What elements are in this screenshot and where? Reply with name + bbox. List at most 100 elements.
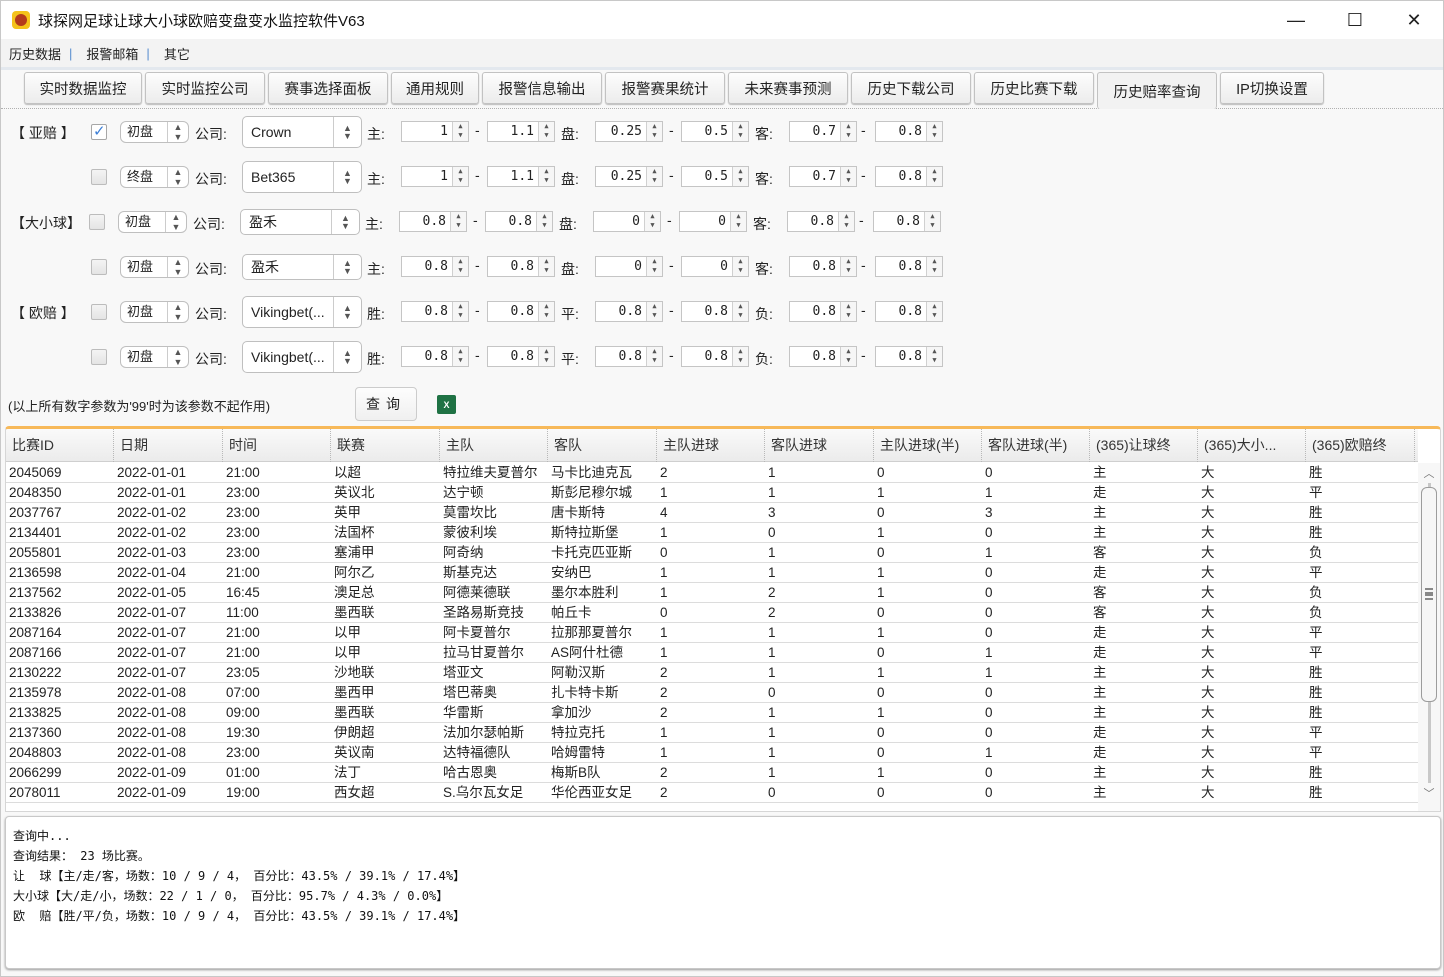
max-input-3[interactable]: 0.8 ▲ ▼ [875, 301, 943, 322]
max-input-2[interactable]: 0 ▲ ▼ [681, 256, 749, 277]
column-header[interactable]: 联赛 [331, 429, 440, 462]
spin-arrows-icon[interactable]: ▲ ▼ [732, 257, 748, 276]
spin-arrows-icon[interactable]: ▲ ▼ [730, 212, 746, 231]
table-row[interactable]: 2135978 2022-01-08 07:00 墨西甲 塔巴蒂奥 扎卡特卡斯 2 0 0 0 主 大… [6, 683, 1418, 703]
table-row[interactable]: 2137360 2022-01-08 19:30 伊朗超 法加尔瑟帕斯 特拉克托 1 1 0 0 走… [6, 723, 1418, 743]
table-row[interactable]: 2045069 2022-01-01 21:00 以超 特拉维夫夏普尔 马卡比迪克瓦 2 1 0… [6, 463, 1418, 483]
company-select[interactable]: Crown ▲ ▼ [242, 116, 362, 148]
tab-ip-switch[interactable]: IP切换设置 [1220, 72, 1324, 104]
max-input-3[interactable]: 0.8 ▲ ▼ [875, 121, 943, 142]
query-button[interactable]: 查询 [355, 387, 417, 421]
spin-arrows-icon[interactable]: ▲ ▼ [732, 122, 748, 141]
stage-select[interactable]: 终盘 ▲ ▼ [120, 166, 189, 188]
stage-select[interactable]: 初盘 ▲ ▼ [120, 121, 189, 143]
vertical-scrollbar[interactable]: ︿ ﹀ [1418, 463, 1440, 811]
spin-arrows-icon[interactable]: ▲ ▼ [538, 257, 554, 276]
spin-arrows-icon[interactable]: ▲ ▼ [646, 347, 662, 366]
stage-select[interactable]: 初盘 ▲ ▼ [118, 211, 187, 233]
spin-arrows-icon[interactable]: ▲ ▼ [840, 167, 856, 186]
scroll-thumb[interactable] [1421, 487, 1437, 702]
maximize-button[interactable]: ☐ [1326, 1, 1384, 39]
max-input-2[interactable]: 0 ▲ ▼ [679, 211, 747, 232]
stage-select[interactable]: 初盘 ▲ ▼ [120, 256, 189, 278]
min-input-1[interactable]: 0.8 ▲ ▼ [401, 346, 469, 367]
column-header[interactable]: 客队进球(半) [982, 429, 1090, 462]
spin-arrows-icon[interactable]: ▲ ▼ [926, 347, 942, 366]
spin-arrows-icon[interactable]: ▲ ▼ [646, 302, 662, 321]
spin-arrows-icon[interactable]: ▲ ▼ [452, 347, 468, 366]
min-input-2[interactable]: 0.25 ▲ ▼ [595, 166, 663, 187]
max-input-2[interactable]: 0.5 ▲ ▼ [681, 166, 749, 187]
enable-checkbox[interactable] [89, 214, 105, 230]
column-header[interactable]: 客队进球 [765, 429, 874, 462]
tab-alarm-results[interactable]: 报警赛果统计 [605, 72, 725, 104]
min-input-2[interactable]: 0 ▲ ▼ [595, 256, 663, 277]
spin-arrows-icon[interactable]: ▲ ▼ [732, 302, 748, 321]
company-select[interactable]: Vikingbet(... ▲ ▼ [242, 296, 362, 328]
table-row[interactable]: 2078011 2022-01-09 19:00 西女超 S.乌尔瓦女足 华伦西亚女足 2 0… [6, 783, 1418, 803]
tab-general-rules[interactable]: 通用规则 [391, 72, 479, 104]
menu-alarm-email[interactable]: 报警邮箱 [78, 44, 144, 63]
max-input-3[interactable]: 0.8 ▲ ▼ [873, 211, 941, 232]
table-row[interactable]: 2136598 2022-01-04 21:00 阿尔乙 斯基克达 安纳巴 1 1 1 0 走 大 平 [6, 563, 1418, 583]
column-header[interactable]: (365)大小... [1198, 429, 1306, 462]
table-row[interactable]: 2137562 2022-01-05 16:45 澳足总 阿德莱德联 墨尔本胜利 1 2 1 0 客… [6, 583, 1418, 603]
spin-arrows-icon[interactable]: ▲ ▼ [538, 167, 554, 186]
spin-arrows-icon[interactable]: ▲ ▼ [838, 212, 854, 231]
max-input-1[interactable]: 0.8 ▲ ▼ [487, 301, 555, 322]
max-input-1[interactable]: 0.8 ▲ ▼ [487, 346, 555, 367]
spin-arrows-icon[interactable]: ▲ ▼ [536, 212, 552, 231]
excel-export-icon[interactable]: X [437, 395, 456, 414]
tab-alarm-output[interactable]: 报警信息输出 [482, 72, 602, 104]
menu-other[interactable]: 其它 [156, 44, 196, 63]
close-button[interactable]: ✕ [1385, 1, 1443, 39]
column-header[interactable]: 比赛ID [6, 429, 114, 462]
max-input-1[interactable]: 0.8 ▲ ▼ [485, 211, 553, 232]
spin-arrows-icon[interactable]: ▲ ▼ [926, 302, 942, 321]
spin-arrows-icon[interactable]: ▲ ▼ [646, 257, 662, 276]
table-row[interactable]: 2037767 2022-01-02 23:00 英甲 莫雷坎比 唐卡斯特 4 3 0 3 主 大 胜 [6, 503, 1418, 523]
column-header[interactable]: 时间 [223, 429, 331, 462]
spin-arrows-icon[interactable]: ▲ ▼ [840, 257, 856, 276]
column-header[interactable]: (365)欧赔终 [1306, 429, 1415, 462]
spin-arrows-icon[interactable]: ▲ ▼ [646, 122, 662, 141]
spin-arrows-icon[interactable]: ▲ ▼ [452, 257, 468, 276]
spin-arrows-icon[interactable]: ▲ ▼ [732, 167, 748, 186]
column-header[interactable]: 主队进球(半) [874, 429, 982, 462]
min-input-3[interactable]: 0.8 ▲ ▼ [789, 301, 857, 322]
spin-arrows-icon[interactable]: ▲ ▼ [840, 347, 856, 366]
max-input-2[interactable]: 0.8 ▲ ▼ [681, 346, 749, 367]
spin-arrows-icon[interactable]: ▲ ▼ [538, 347, 554, 366]
min-input-1[interactable]: 0.8 ▲ ▼ [401, 256, 469, 277]
spin-arrows-icon[interactable]: ▲ ▼ [646, 167, 662, 186]
tab-history-match-download[interactable]: 历史比赛下载 [974, 72, 1094, 104]
spin-arrows-icon[interactable]: ▲ ▼ [644, 212, 660, 231]
min-input-2[interactable]: 0.8 ▲ ▼ [595, 301, 663, 322]
max-input-2[interactable]: 0.5 ▲ ▼ [681, 121, 749, 142]
scroll-up-icon[interactable]: ︿ [1418, 465, 1440, 481]
max-input-3[interactable]: 0.8 ▲ ▼ [875, 166, 943, 187]
table-row[interactable]: 2130222 2022-01-07 23:05 沙地联 塔亚文 阿勒汉斯 2 1 1 1 主 大 胜 [6, 663, 1418, 683]
min-input-3[interactable]: 0.8 ▲ ▼ [787, 211, 855, 232]
scroll-down-icon[interactable]: ﹀ [1418, 785, 1440, 801]
min-input-3[interactable]: 0.7 ▲ ▼ [789, 166, 857, 187]
max-input-1[interactable]: 1.1 ▲ ▼ [487, 121, 555, 142]
table-row[interactable]: 2134401 2022-01-02 23:00 法国杯 蒙彼利埃 斯特拉斯堡 1 0 1 0 主 大… [6, 523, 1418, 543]
spin-arrows-icon[interactable]: ▲ ▼ [538, 122, 554, 141]
min-input-2[interactable]: 0.25 ▲ ▼ [595, 121, 663, 142]
enable-checkbox[interactable] [91, 122, 107, 140]
table-row[interactable]: 2048803 2022-01-08 23:00 英议南 达特福德队 哈姆雷特 1 1 0 1 走 大… [6, 743, 1418, 763]
min-input-3[interactable]: 0.7 ▲ ▼ [789, 121, 857, 142]
min-input-2[interactable]: 0.8 ▲ ▼ [595, 346, 663, 367]
tab-realtime-monitor[interactable]: 实时数据监控 [24, 72, 142, 104]
max-input-3[interactable]: 0.8 ▲ ▼ [875, 346, 943, 367]
table-row[interactable]: 2055801 2022-01-03 23:00 塞浦甲 阿奇纳 卡托克匹亚斯 0 1 0 1 客 大… [6, 543, 1418, 563]
tab-future-prediction[interactable]: 未来赛事预测 [728, 72, 848, 104]
company-select[interactable]: Vikingbet(... ▲ ▼ [242, 341, 362, 373]
min-input-2[interactable]: 0 ▲ ▼ [593, 211, 661, 232]
table-row[interactable]: 2066299 2022-01-09 01:00 法丁 哈古恩奥 梅斯B队 2 1 1 0 主 大 胜 [6, 763, 1418, 783]
spin-arrows-icon[interactable]: ▲ ▼ [732, 347, 748, 366]
enable-checkbox[interactable] [91, 169, 107, 185]
spin-arrows-icon[interactable]: ▲ ▼ [452, 167, 468, 186]
max-input-1[interactable]: 1.1 ▲ ▼ [487, 166, 555, 187]
